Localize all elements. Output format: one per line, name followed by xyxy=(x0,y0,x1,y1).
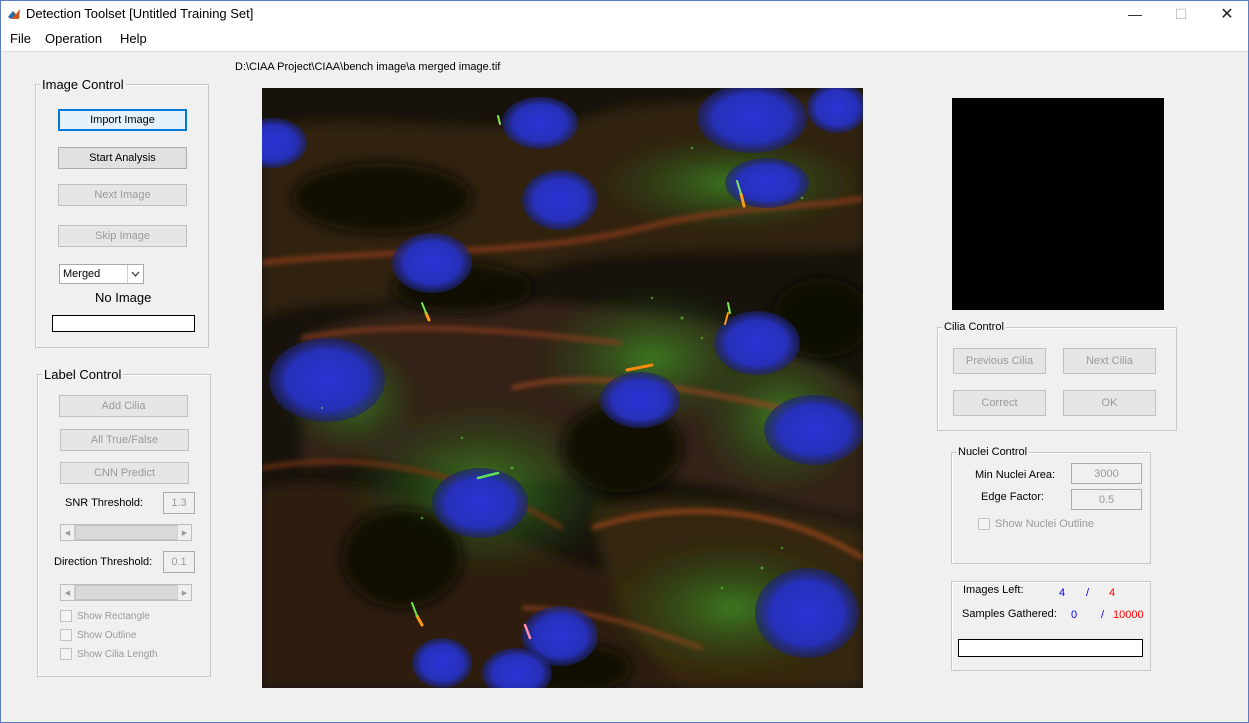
start-analysis-button[interactable]: Start Analysis xyxy=(58,147,187,169)
snr-threshold-field[interactable]: 1.3 xyxy=(163,492,195,514)
checkbox-box xyxy=(978,518,990,530)
label-control-legend: Label Control xyxy=(42,367,124,382)
app-window: Detection Toolset [Untitled Training Set… xyxy=(0,0,1249,723)
direction-threshold-field[interactable]: 0.1 xyxy=(163,551,195,573)
microscopy-image[interactable] xyxy=(262,88,863,688)
next-cilia-button[interactable]: Next Cilia xyxy=(1063,348,1156,374)
close-button[interactable]: ✕ xyxy=(1204,1,1249,27)
menu-operation[interactable]: Operation xyxy=(45,31,102,46)
checkbox-box xyxy=(60,648,72,660)
maximize-button[interactable]: ☐ xyxy=(1158,1,1204,27)
show-outline-checkbox[interactable]: Show Outline xyxy=(60,629,136,641)
arrow-right-icon[interactable]: ▶ xyxy=(177,525,191,540)
images-left-separator: / xyxy=(1086,587,1090,599)
menu-help[interactable]: Help xyxy=(120,31,147,46)
show-nuclei-outline-checkbox[interactable]: Show Nuclei Outline xyxy=(978,518,1094,530)
import-image-button[interactable]: Import Image xyxy=(58,109,187,131)
ok-button[interactable]: OK xyxy=(1063,390,1156,416)
checkbox-box xyxy=(60,629,72,641)
nuclei-control-legend: Nuclei Control xyxy=(956,446,1030,458)
next-image-button[interactable]: Next Image xyxy=(58,184,187,206)
correct-button[interactable]: Correct xyxy=(953,390,1046,416)
images-left-total: 4 xyxy=(1109,587,1116,599)
samples-progress-bar xyxy=(958,639,1143,657)
matlab-logo-icon xyxy=(8,9,20,19)
samples-gathered-current: 0 xyxy=(1071,609,1078,621)
chevron-down-icon xyxy=(127,265,143,283)
cilia-control-legend: Cilia Control xyxy=(942,321,1006,333)
image-control-legend: Image Control xyxy=(40,77,126,92)
show-cilia-length-checkbox[interactable]: Show Cilia Length xyxy=(60,648,158,660)
fluorescence-image-canvas xyxy=(262,88,863,688)
image-progress-bar xyxy=(52,315,195,332)
image-path: D:\CIAA Project\CIAA\bench image\a merge… xyxy=(235,61,501,73)
window-title: Detection Toolset [Untitled Training Set… xyxy=(26,6,254,21)
channel-select[interactable]: Merged xyxy=(59,264,144,284)
direction-threshold-slider[interactable]: ◀ ▶ xyxy=(60,584,192,601)
menu-file[interactable]: File xyxy=(10,31,31,46)
arrow-left-icon[interactable]: ◀ xyxy=(61,585,75,600)
show-rectangle-checkbox[interactable]: Show Rectangle xyxy=(60,610,150,622)
images-left-label: Images Left: xyxy=(963,584,1024,596)
channel-select-value: Merged xyxy=(63,268,101,280)
snr-threshold-slider[interactable]: ◀ ▶ xyxy=(60,524,192,541)
arrow-left-icon[interactable]: ◀ xyxy=(61,525,75,540)
title-bar: Detection Toolset [Untitled Training Set… xyxy=(1,1,1248,27)
all-true-false-button[interactable]: All True/False xyxy=(60,429,189,451)
samples-gathered-label: Samples Gathered: xyxy=(962,608,1057,620)
show-rectangle-label: Show Rectangle xyxy=(77,610,150,622)
checkbox-box xyxy=(60,610,72,622)
show-nuclei-outline-label: Show Nuclei Outline xyxy=(995,518,1095,530)
slider-thumb[interactable] xyxy=(75,585,179,600)
minimize-button[interactable]: — xyxy=(1112,1,1158,27)
previous-cilia-button[interactable]: Previous Cilia xyxy=(953,348,1046,374)
arrow-right-icon[interactable]: ▶ xyxy=(177,585,191,600)
snr-threshold-label: SNR Threshold: xyxy=(65,497,144,509)
min-nuclei-area-label: Min Nuclei Area: xyxy=(975,469,1056,481)
show-outline-label: Show Outline xyxy=(77,629,137,641)
image-status: No Image xyxy=(95,290,152,305)
add-cilia-button[interactable]: Add Cilia xyxy=(59,395,188,417)
edge-factor-field[interactable]: 0.5 xyxy=(1071,489,1142,510)
slider-thumb[interactable] xyxy=(75,525,179,540)
show-cilia-length-label: Show Cilia Length xyxy=(77,648,158,660)
images-left-current: 4 xyxy=(1059,587,1066,599)
menu-bar: File Operation Help xyxy=(1,27,1248,52)
skip-image-button[interactable]: Skip Image xyxy=(58,225,187,247)
min-nuclei-area-field[interactable]: 3000 xyxy=(1071,463,1142,484)
direction-threshold-label: Direction Threshold: xyxy=(54,556,153,568)
edge-factor-label: Edge Factor: xyxy=(981,491,1044,503)
cilia-preview xyxy=(952,98,1164,310)
samples-gathered-total: 10000 xyxy=(1113,609,1144,621)
samples-gathered-separator: / xyxy=(1101,609,1105,621)
cnn-predict-button[interactable]: CNN Predict xyxy=(60,462,189,484)
